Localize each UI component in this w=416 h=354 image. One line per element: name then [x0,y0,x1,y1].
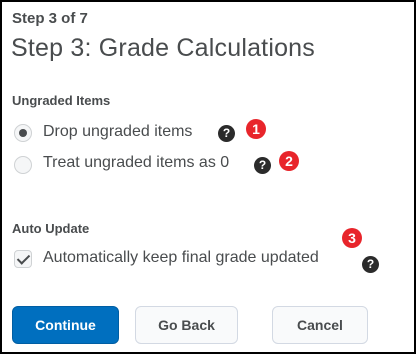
callout-badge-1: 1 [246,119,266,139]
auto-update-heading: Auto Update [12,221,90,236]
auto-update-label[interactable]: Automatically keep final grade updated [43,249,319,267]
go-back-button[interactable]: Go Back [135,306,238,344]
callout-badge-2: 2 [279,151,299,171]
question-circle-icon[interactable]: ? [362,256,379,273]
page-title: Step 3: Grade Calculations [11,34,315,62]
treat-ungraded-zero-radio[interactable] [14,156,32,174]
callout-badge-3: 3 [342,228,362,248]
question-circle-icon[interactable]: ? [218,125,235,142]
drop-ungraded-label[interactable]: Drop ungraded items [43,123,192,141]
radio-selected-dot [19,129,27,137]
auto-update-checkbox[interactable] [14,250,32,268]
checkmark-icon [16,251,31,265]
drop-ungraded-radio[interactable] [14,124,32,142]
treat-ungraded-zero-label[interactable]: Treat ungraded items as 0 [43,154,229,172]
question-circle-icon[interactable]: ? [254,157,271,174]
continue-button[interactable]: Continue [12,306,119,344]
grade-setup-wizard-panel: Step 3 of 7 Step 3: Grade Calculations U… [0,0,416,354]
cancel-button[interactable]: Cancel [272,306,368,344]
ungraded-items-heading: Ungraded Items [12,93,111,108]
step-indicator: Step 3 of 7 [12,10,88,27]
